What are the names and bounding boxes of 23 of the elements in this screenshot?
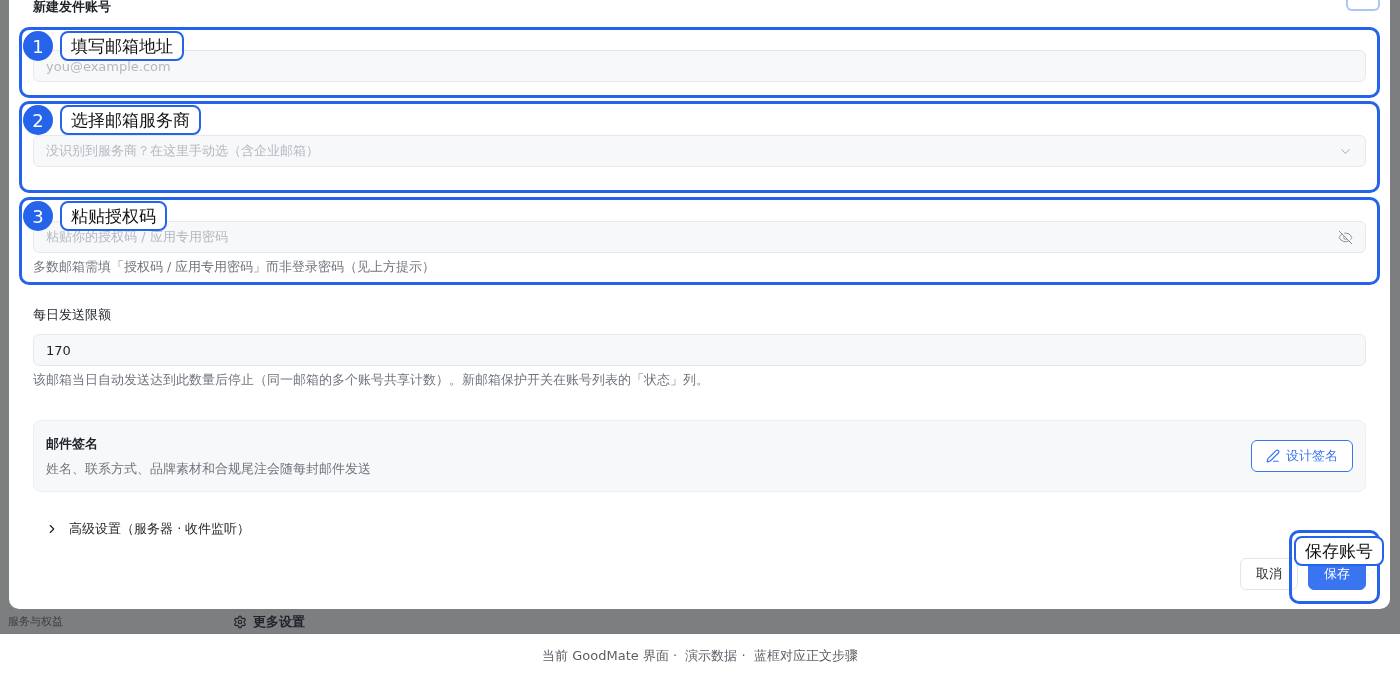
eye-off-icon[interactable] — [1338, 229, 1353, 245]
pen-icon — [1266, 449, 1280, 463]
step-number: 2 — [23, 105, 53, 135]
field-hint: 该邮箱当日自动发送达到此数量后停止（同一邮箱的多个账号共享计数）。新邮箱保护开关在账号列表的「状态」列。 — [33, 372, 710, 389]
advanced-settings-toggle[interactable]: 高级设置（服务器 · 收件监听） — [33, 520, 251, 538]
annotation-label: 保存账号 — [1294, 536, 1384, 566]
input-field[interactable]: 170 — [33, 334, 1366, 366]
annotation-label: 选择邮箱服务商 — [60, 105, 201, 135]
dialog-title: 新建发件账号 — [33, 0, 111, 14]
close-button[interactable] — [1346, 0, 1380, 11]
caption: 当前 GoodMate 界面 · 演示数据 · 蓝框对应正文步骤 — [541, 646, 859, 665]
card-title: 邮件签名 — [46, 434, 99, 453]
cancel-button[interactable]: 取消 — [1240, 558, 1298, 590]
step-number: 3 — [23, 201, 53, 231]
annotation-label: 粘贴授权码 — [60, 201, 167, 231]
settings-icon — [233, 614, 247, 629]
field-hint: 多数邮箱需填「授权码 / 应用专用密码」而非登录密码（见上方提示） — [33, 259, 437, 276]
step-number: 1 — [23, 31, 53, 61]
annotation-label: 填写邮箱地址 — [60, 31, 184, 61]
field-label: 每日发送限额 — [33, 306, 112, 324]
card-description: 姓名、联系方式、品牌素材和合规尾注会随每封邮件发送 — [46, 459, 371, 478]
design-signature-button[interactable]: 设计签名 — [1251, 440, 1353, 472]
section-title: 更多设置 — [253, 612, 305, 631]
